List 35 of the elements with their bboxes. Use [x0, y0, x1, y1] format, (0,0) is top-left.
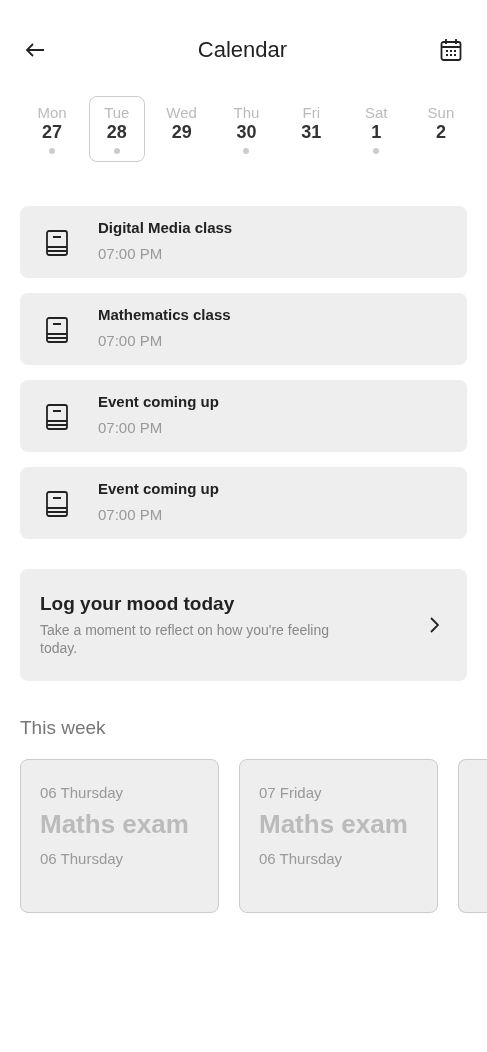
mood-title: Log your mood today	[40, 593, 236, 615]
day-item[interactable]: Fri 31	[283, 96, 340, 162]
event-card[interactable]: Event coming up 07:00 PM	[20, 467, 467, 539]
event-card[interactable]: Digital Media class 07:00 PM	[20, 206, 467, 278]
event-time: 07:00 PM	[98, 418, 164, 436]
day-item[interactable]: Mon 27	[24, 96, 80, 162]
day-item[interactable]: Wed 29	[153, 96, 210, 162]
event-date: 06 Thursday	[40, 784, 125, 801]
event-title: Event coming up	[98, 392, 219, 410]
page-title: Calendar	[197, 37, 288, 63]
chevron-right-icon	[429, 617, 439, 633]
event-time: 07:00 PM	[98, 331, 164, 349]
book-icon	[46, 230, 68, 256]
event-time: 07:00 PM	[98, 244, 164, 262]
event-title: Mathematics class	[98, 305, 231, 323]
event-time: 07:00 PM	[98, 505, 164, 523]
event-title: Event coming up	[98, 479, 219, 497]
mood-card[interactable]: Log your mood today Take a moment to reflect on how you're feeling today.	[20, 569, 467, 681]
event-title: Digital Media class	[98, 218, 233, 236]
book-icon	[46, 491, 68, 517]
event-card[interactable]: Event coming up 07:00 PM	[20, 380, 467, 452]
event-date: 07 Friday	[259, 784, 323, 801]
day-item[interactable]: Sun 2	[412, 96, 469, 162]
back-arrow-icon[interactable]	[25, 42, 45, 58]
event-card[interactable]: Mathematics class 07:00 PM	[20, 293, 467, 365]
day-item[interactable]: Sat 1	[348, 96, 405, 162]
book-icon	[46, 404, 68, 430]
calendar-icon[interactable]	[440, 38, 462, 62]
event-subtitle: 06 Thursday	[259, 850, 344, 867]
section-heading: This week	[20, 717, 107, 739]
mood-description: Take a moment to reflect on how you're feeling today.	[40, 621, 331, 657]
book-icon	[46, 317, 68, 343]
day-item[interactable]: Thu 30	[218, 96, 275, 162]
event-subtitle: 06 Thursday	[40, 850, 125, 867]
day-item[interactable]: Tue 28	[88, 96, 145, 162]
